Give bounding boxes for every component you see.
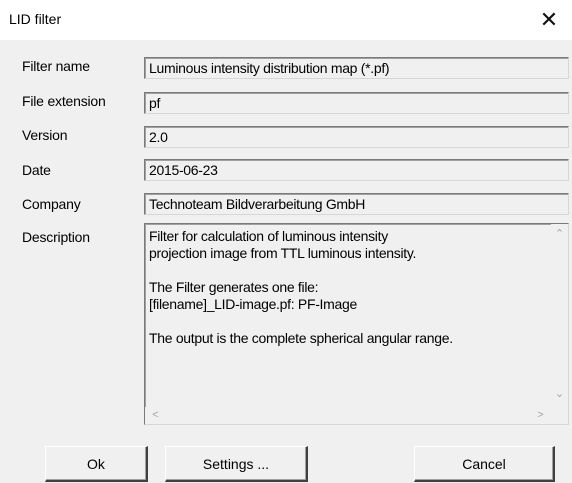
file-extension-label: File extension — [22, 93, 106, 109]
filter-name-label: Filter name — [22, 58, 90, 74]
file-extension-field[interactable]: pf — [144, 92, 569, 114]
window-title: LID filter — [9, 11, 62, 27]
chevron-right-icon[interactable]: > — [532, 407, 549, 424]
chevron-left-icon[interactable]: < — [147, 407, 164, 424]
description-textarea[interactable]: Filter for calculation of luminous inten… — [144, 223, 569, 425]
filter-name-field[interactable]: Luminous intensity distribution map (*.p… — [144, 57, 569, 79]
company-field[interactable]: Technoteam Bildverarbeitung GmbH — [144, 193, 569, 215]
settings-button[interactable]: Settings ... — [165, 446, 308, 482]
description-label: Description — [22, 229, 90, 245]
version-field[interactable]: 2.0 — [144, 126, 569, 148]
cancel-button[interactable]: Cancel — [414, 446, 555, 482]
date-field[interactable]: 2015-06-23 — [144, 159, 569, 181]
horizontal-scrollbar[interactable]: < > — [145, 407, 551, 424]
scrollbar-corner — [551, 407, 568, 424]
ok-button[interactable]: Ok — [45, 446, 148, 482]
title-bar: LID filter ✕ — [0, 0, 572, 40]
company-label: Company — [22, 196, 81, 212]
date-label: Date — [22, 162, 51, 178]
chevron-up-icon[interactable]: ⌃ — [551, 226, 568, 243]
chevron-down-icon[interactable]: ⌄ — [551, 386, 568, 403]
close-icon: ✕ — [539, 7, 559, 32]
vertical-scrollbar[interactable]: ⌃ ⌄ — [551, 224, 568, 405]
description-text: Filter for calculation of luminous inten… — [149, 228, 453, 346]
version-label: Version — [22, 127, 68, 143]
close-button[interactable]: ✕ — [526, 0, 572, 40]
